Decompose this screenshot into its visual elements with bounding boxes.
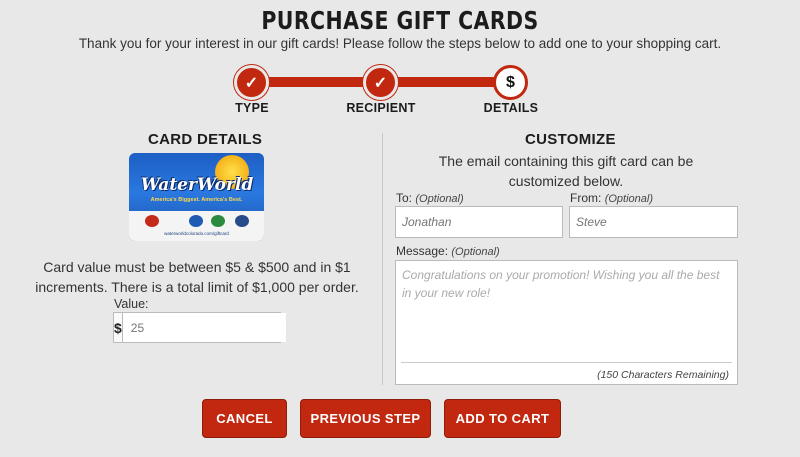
message-label-text: Message: [396,244,449,258]
step-type-circle[interactable]: ✓ [234,65,269,100]
from-optional: (Optional) [604,193,653,205]
page-title: PURCHASE GIFT CARDS [261,6,539,35]
card-value-info: Card value must be between $5 & $500 and… [35,259,359,295]
column-divider [382,133,383,385]
value-input-group: $ [113,312,286,343]
cancel-button[interactable]: CANCEL [202,399,287,438]
to-label: To: (Optional) [396,191,464,205]
partner-logo-icon [189,215,203,227]
value-label: Value: [114,297,149,311]
card-details-title: CARD DETAILS [148,131,263,148]
message-rule [401,362,732,363]
from-input[interactable] [569,206,738,238]
add-to-cart-button[interactable]: ADD TO CART [444,399,561,438]
step-recipient-label: RECIPIENT [346,101,416,115]
dollar-icon: $ [506,73,515,91]
partner-logo-icon [211,215,225,227]
characters-remaining: (150 Characters Remaining) [597,369,729,381]
to-input[interactable] [395,206,563,238]
from-label: From: (Optional) [570,191,653,205]
check-icon: ✓ [373,74,388,92]
from-label-text: From: [570,191,602,205]
page-subtitle: Thank you for your interest in our gift … [78,36,722,51]
card-tagline: America's Biggest. America's Best. [150,197,243,203]
gift-card-image: WaterWorld America's Biggest. America's … [129,153,264,241]
card-logo: WaterWorld [140,175,254,195]
step-recipient-circle[interactable]: ✓ [363,65,398,100]
partner-logo-icon [235,215,249,227]
partner-logo-icon [145,215,159,227]
step-details-circle: $ [493,65,528,100]
customize-title: CUSTOMIZE [525,131,616,148]
currency-prefix: $ [114,313,123,342]
message-placeholder: Congratulations on your promotion! Wishi… [402,268,720,300]
customize-description: The email containing this gift card can … [438,153,694,189]
step-type-label: TYPE [235,101,269,115]
message-textarea[interactable]: Congratulations on your promotion! Wishi… [395,260,738,385]
check-icon: ✓ [244,74,259,92]
message-label: Message: (Optional) [396,244,500,258]
card-url: waterworldcolorado.com/giftcard [164,231,229,236]
to-label-text: To: [396,191,413,205]
step-details-label: DETAILS [483,101,539,115]
to-optional: (Optional) [415,193,464,205]
message-optional: (Optional) [451,246,500,258]
previous-step-button[interactable]: PREVIOUS STEP [300,399,431,438]
value-input[interactable] [122,313,286,342]
